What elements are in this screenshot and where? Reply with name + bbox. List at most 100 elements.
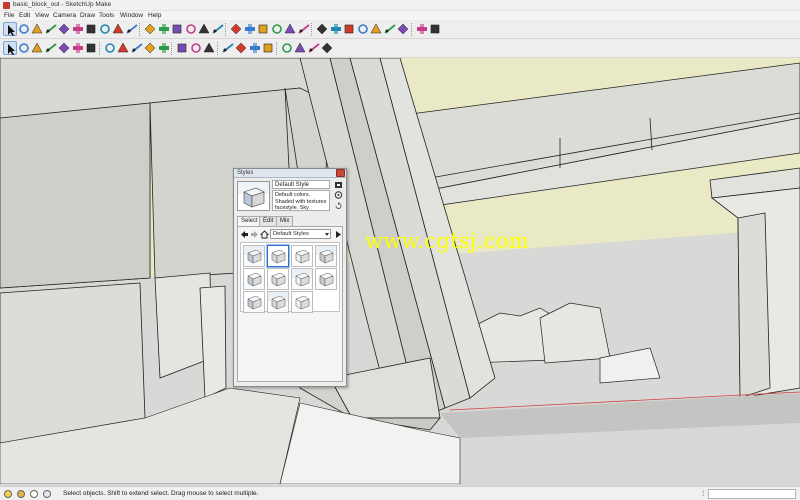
update-style-icon[interactable] (334, 191, 343, 199)
menu-help[interactable]: Help (148, 11, 161, 20)
protractor-icon[interactable] (189, 41, 203, 55)
style-thumbnail[interactable] (315, 268, 337, 290)
scale-icon[interactable] (143, 41, 157, 55)
position-camera-icon[interactable] (383, 22, 397, 36)
styles-dialog: Styles Default Style Default colors. Sha… (233, 168, 347, 387)
home-icon[interactable] (259, 230, 270, 239)
zoom-icon[interactable] (248, 41, 262, 55)
dimension-icon[interactable] (243, 22, 257, 36)
orbit-icon[interactable] (221, 41, 235, 55)
menu-file[interactable]: File (4, 11, 14, 20)
dialog-title: Styles (237, 170, 254, 176)
polygon-icon[interactable] (111, 22, 125, 36)
measurements-grip-icon: ⋮ (700, 490, 707, 497)
geo-location-icon[interactable] (4, 490, 12, 498)
toolbar-separator (98, 42, 101, 55)
sketchup-logo-icon (3, 2, 10, 9)
zoom-window-icon[interactable] (356, 22, 370, 36)
eraser-icon[interactable] (30, 22, 44, 36)
measurements-box[interactable] (708, 489, 796, 499)
menu-window[interactable]: Window (120, 11, 143, 20)
circle-icon[interactable] (84, 22, 98, 36)
move-icon[interactable] (143, 22, 157, 36)
style-thumbnail[interactable] (267, 245, 289, 267)
look-around-icon[interactable] (415, 22, 429, 36)
user-icon[interactable] (30, 490, 38, 498)
style-description-field[interactable]: Default colors. Shaded with textures fac… (272, 190, 330, 211)
follow-me-icon[interactable] (184, 22, 198, 36)
refresh-icon[interactable] (334, 202, 343, 210)
select-tool-icon[interactable] (3, 22, 17, 36)
menu-camera[interactable]: Camera (53, 11, 76, 20)
dialog-title-bar[interactable]: Styles (234, 169, 346, 178)
style-collection-select[interactable]: Default Styles (270, 229, 331, 239)
create-style-icon[interactable] (334, 181, 343, 189)
forward-arrow-icon[interactable] (250, 230, 259, 239)
layout-icon[interactable] (320, 41, 334, 55)
credits-icon[interactable] (17, 490, 25, 498)
close-icon[interactable] (336, 169, 345, 177)
style-thumbnail[interactable] (315, 245, 337, 267)
line-icon[interactable] (71, 22, 85, 36)
pan-icon[interactable] (234, 41, 248, 55)
scene-drawing (0, 58, 800, 484)
menu-view[interactable]: View (35, 11, 49, 20)
back-arrow-icon[interactable] (240, 230, 249, 239)
rotate-icon[interactable] (130, 41, 144, 55)
style-preview (237, 181, 270, 211)
line-icon[interactable] (84, 41, 98, 55)
style-thumbnail[interactable] (243, 268, 265, 290)
eraser-icon[interactable] (17, 41, 31, 55)
push-pull-icon[interactable] (157, 22, 171, 36)
share-model-icon[interactable] (293, 41, 307, 55)
pan-icon[interactable] (329, 22, 343, 36)
axes-icon[interactable] (283, 22, 297, 36)
tape-measure-icon[interactable] (175, 41, 189, 55)
style-thumbnail[interactable] (267, 268, 289, 290)
tape-measure-icon[interactable] (229, 22, 243, 36)
style-thumbnail[interactable] (291, 291, 313, 313)
select-tool-icon[interactable] (3, 41, 17, 55)
zoom-icon[interactable] (342, 22, 356, 36)
paint-bucket-icon[interactable] (44, 22, 58, 36)
move-icon[interactable] (116, 41, 130, 55)
push-pull-icon[interactable] (103, 41, 117, 55)
paint-bucket-icon[interactable] (30, 41, 44, 55)
walk-icon[interactable] (396, 22, 410, 36)
details-arrow-icon[interactable] (334, 230, 343, 239)
style-thumbnail[interactable] (267, 291, 289, 313)
axes-icon[interactable] (202, 41, 216, 55)
offset-icon[interactable] (211, 22, 225, 36)
orbit-icon[interactable] (315, 22, 329, 36)
text-icon[interactable] (270, 22, 284, 36)
style-name-field[interactable]: Default Style (272, 180, 330, 189)
make-component-icon[interactable] (17, 22, 31, 36)
scale-icon[interactable] (197, 22, 211, 36)
offset-icon[interactable] (157, 41, 171, 55)
style-thumbnail[interactable] (291, 268, 313, 290)
zoom-extents-icon[interactable] (261, 41, 275, 55)
freehand-icon[interactable] (125, 22, 139, 36)
menu-edit[interactable]: Edit (19, 11, 30, 20)
rotate-icon[interactable] (170, 22, 184, 36)
model-viewport[interactable] (0, 58, 800, 484)
extension-warehouse-icon[interactable] (307, 41, 321, 55)
tab-mix[interactable]: Mix (276, 216, 294, 226)
menu-draw[interactable]: Draw (80, 11, 95, 20)
arc-icon[interactable] (71, 41, 85, 55)
circle-icon[interactable] (57, 41, 71, 55)
style-thumbnail[interactable] (291, 245, 313, 267)
tab-edit[interactable]: Edit (259, 216, 278, 226)
menu-tools[interactable]: Tools (99, 11, 114, 20)
style-thumbnail[interactable] (243, 245, 265, 267)
warehouse-icon[interactable] (280, 41, 294, 55)
rectangle-icon[interactable] (44, 41, 58, 55)
zoom-extents-icon[interactable] (369, 22, 383, 36)
protractor-icon[interactable] (256, 22, 270, 36)
arc-icon[interactable] (98, 22, 112, 36)
help-icon[interactable] (43, 490, 51, 498)
3d-text-icon[interactable] (297, 22, 311, 36)
section-plane-icon[interactable] (428, 22, 442, 36)
style-thumbnail[interactable] (243, 291, 265, 313)
rectangle-icon[interactable] (57, 22, 71, 36)
